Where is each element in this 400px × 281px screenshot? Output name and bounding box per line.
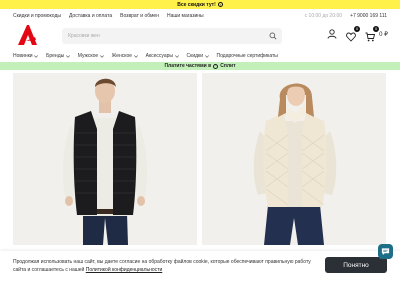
split-logo-icon: ◔	[213, 63, 219, 69]
nav-item-label: Новинки	[13, 53, 33, 59]
nav-item-brands[interactable]: Бренды	[46, 53, 70, 59]
cookie-accept-button[interactable]: Понятно	[325, 257, 387, 273]
nav-item-label: Женское	[111, 53, 133, 59]
header: 0 0 0 ₽	[0, 22, 400, 50]
link-delivery[interactable]: Доставка и оплата	[69, 13, 112, 19]
product-photo-woman-vest	[202, 73, 386, 245]
chevron-down-icon	[204, 54, 209, 58]
promo-banner[interactable]: Все скидки тут! ›	[0, 0, 400, 9]
nav-item-label: Скидки	[186, 53, 204, 59]
promo-banner-text: Все скидки тут!	[177, 1, 216, 8]
working-hours: с 10:00 до 20:00	[304, 13, 343, 19]
chat-widget-button[interactable]	[378, 244, 393, 259]
nav-item-label: Аксессуары	[145, 53, 174, 59]
chevron-down-icon	[34, 54, 39, 58]
cart-total: 0 ₽	[379, 31, 388, 38]
nav-item-new[interactable]: Новинки	[13, 53, 39, 59]
nav-item-label: Подарочные сертификаты	[216, 53, 278, 59]
product-card-image[interactable]	[202, 73, 386, 245]
chevron-down-icon	[133, 54, 138, 58]
favorites-count: 0	[354, 26, 361, 32]
cart-icon	[365, 32, 376, 42]
privacy-policy-link[interactable]: Политикой конфиденциальности	[86, 267, 163, 273]
split-payment-banner[interactable]: Платите частями в ◔ Сплит	[0, 62, 400, 70]
chevron-down-icon	[174, 54, 179, 58]
nav-item-label: Бренды	[46, 53, 65, 59]
logo[interactable]	[16, 24, 38, 46]
split-brand: Сплит	[220, 63, 236, 69]
phone-link[interactable]: +7 9000 169 111	[350, 13, 387, 19]
search-bar	[62, 28, 282, 44]
search-input[interactable]	[62, 33, 262, 39]
user-icon[interactable]	[327, 29, 337, 39]
chevron-down-icon	[99, 54, 104, 58]
product-card-image[interactable]	[13, 73, 197, 245]
cookie-text: Продолжая использовать наш сайт, вы дает…	[13, 258, 313, 274]
arrow-right-circle-icon: ›	[217, 1, 223, 7]
nav-item-accessories[interactable]: Аксессуары	[146, 53, 179, 59]
cart-button[interactable]: 0	[365, 26, 380, 42]
link-returns[interactable]: Возврат и обмен	[120, 13, 159, 19]
nav-item-label: Мужское	[77, 53, 99, 59]
link-discounts[interactable]: Скидки и промокоды	[13, 13, 61, 19]
search-icon[interactable]	[269, 32, 277, 40]
split-banner-text: Платите частями в	[164, 63, 212, 69]
nav-item-gift-cards[interactable]: Подарочные сертификаты	[217, 53, 278, 59]
chevron-down-icon	[65, 54, 70, 58]
nav-item-sale[interactable]: Скидки	[187, 53, 209, 59]
main-nav: Новинки Бренды Мужское Женское Аксессуар…	[0, 51, 400, 61]
utility-bar: Скидки и промокоды Доставка и оплата Воз…	[0, 11, 400, 21]
chat-icon	[381, 248, 390, 256]
nav-item-women[interactable]: Женское	[112, 53, 138, 59]
nav-item-men[interactable]: Мужское	[78, 53, 104, 59]
heart-icon	[346, 32, 357, 42]
favorites-button[interactable]: 0	[346, 26, 361, 42]
product-photo-man-vest	[13, 73, 197, 245]
link-stores[interactable]: Наши магазины	[167, 13, 204, 19]
